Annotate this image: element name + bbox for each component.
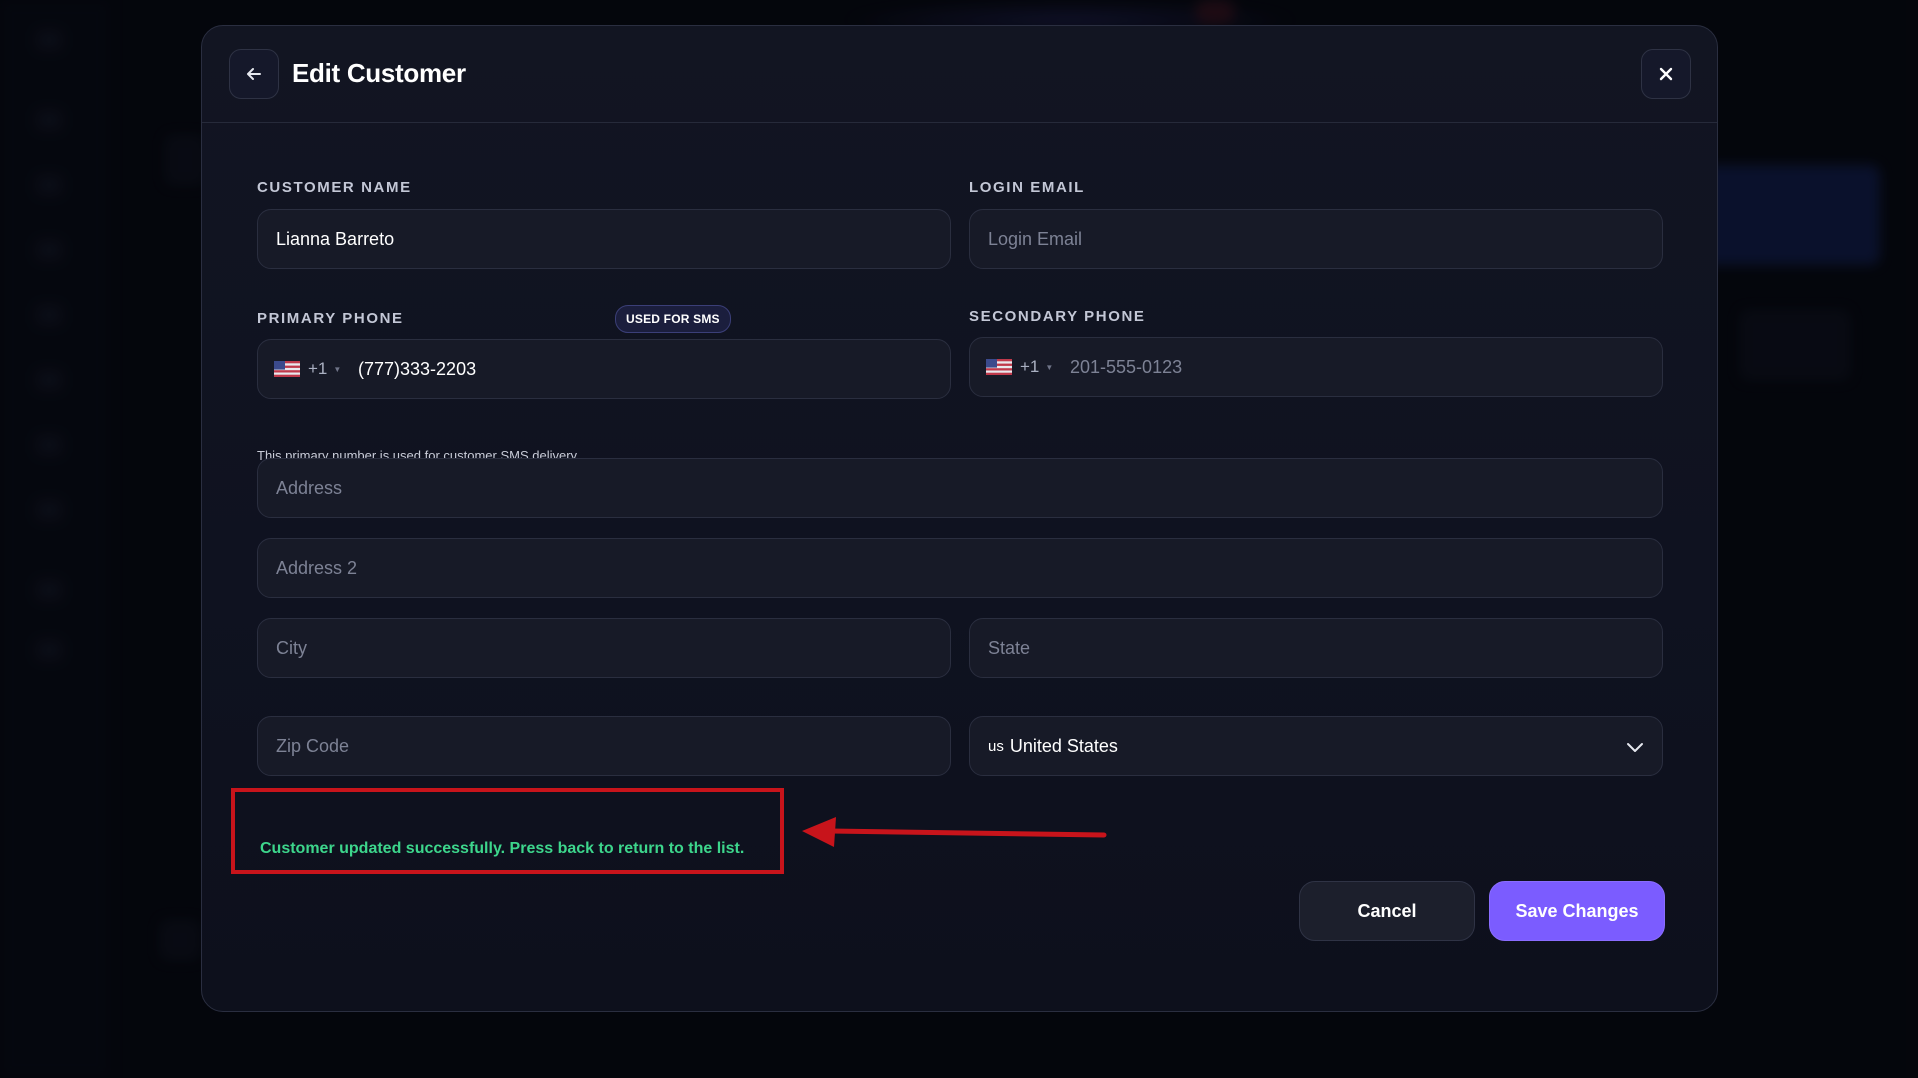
address2-field	[257, 538, 1663, 598]
state-input[interactable]	[970, 619, 1662, 677]
customer-name-label: CUSTOMER NAME	[257, 179, 412, 196]
caret-down-icon: ▼	[1045, 362, 1054, 372]
login-email-label: LOGIN EMAIL	[969, 179, 1085, 196]
primary-country-selector[interactable]: +1 ▼	[274, 340, 341, 398]
city-input[interactable]	[258, 619, 950, 677]
state-field	[969, 618, 1663, 678]
sms-badge: USED FOR SMS	[615, 305, 731, 333]
modal-title: Edit Customer	[292, 58, 466, 88]
country-code: us	[988, 737, 1004, 755]
back-button[interactable]	[229, 49, 279, 99]
arrow-left-icon	[247, 68, 261, 80]
primary-country-code: +1	[308, 359, 328, 378]
close-icon	[1659, 67, 1673, 81]
secondary-phone-input-wrap	[1070, 338, 1662, 396]
caret-down-icon: ▼	[333, 364, 342, 374]
login-email-field	[969, 209, 1663, 269]
cancel-button[interactable]: Cancel	[1299, 881, 1475, 941]
us-flag-icon	[274, 361, 300, 377]
city-field	[257, 618, 951, 678]
primary-phone-label: PRIMARY PHONE	[257, 310, 404, 327]
us-flag-icon	[986, 359, 1012, 375]
address-input[interactable]	[258, 459, 1662, 517]
customer-name-input[interactable]	[258, 210, 950, 268]
login-email-input[interactable]	[970, 210, 1662, 268]
address2-input[interactable]	[258, 539, 1662, 597]
secondary-phone-label: SECONDARY PHONE	[969, 308, 1146, 325]
primary-phone-input-wrap	[358, 340, 950, 398]
close-button[interactable]	[1641, 49, 1691, 99]
address-field	[257, 458, 1663, 518]
country-value: United States	[1009, 735, 1118, 756]
annotation-highlight-box	[231, 788, 784, 874]
modal-header: Edit Customer	[202, 26, 1717, 123]
secondary-phone-field: +1 ▼	[969, 337, 1663, 397]
primary-phone-field: +1 ▼	[257, 339, 951, 399]
chevron-down-icon	[1627, 743, 1643, 752]
annotation-arrow-icon	[802, 817, 1107, 847]
country-select[interactable]: us United States	[969, 716, 1663, 776]
primary-phone-input[interactable]	[358, 340, 950, 398]
secondary-country-selector[interactable]: +1 ▼	[986, 338, 1053, 396]
secondary-phone-input[interactable]	[1070, 338, 1662, 396]
zip-field	[257, 716, 951, 776]
zip-input[interactable]	[258, 717, 950, 775]
save-changes-button[interactable]: Save Changes	[1489, 881, 1665, 941]
customer-name-field	[257, 209, 951, 269]
secondary-country-code: +1	[1020, 357, 1040, 376]
